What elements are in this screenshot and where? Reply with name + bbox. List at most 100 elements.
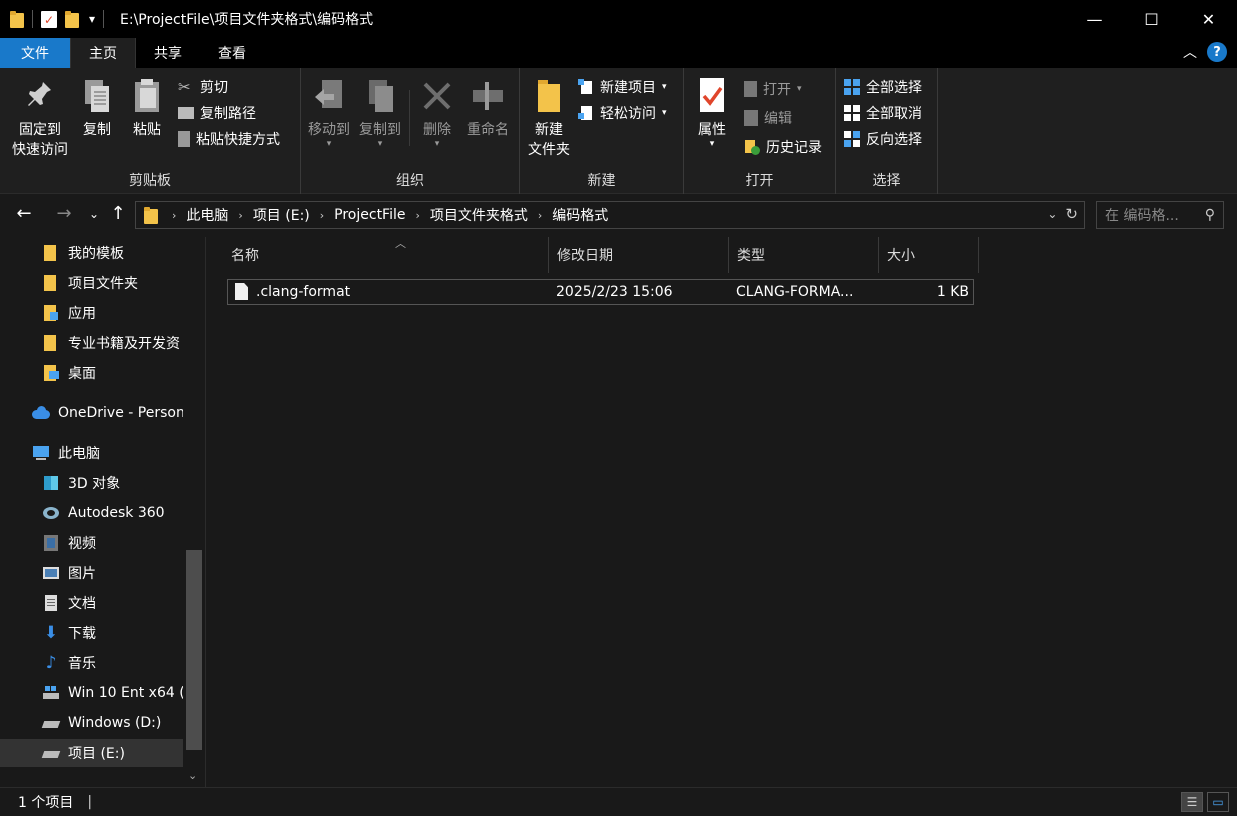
delete-label: 删除: [423, 122, 451, 138]
move-to-dropdown-icon: ▾: [326, 139, 332, 149]
properties-check-icon[interactable]: ✓: [41, 10, 57, 28]
address-dropdown-icon[interactable]: ⌄: [1047, 205, 1057, 223]
download-arrow-icon: ⬇: [43, 623, 59, 643]
breadcrumb-drive-e[interactable]: 项目 (E:): [253, 205, 310, 225]
sidebar-item-drive-d[interactable]: Windows (D:): [0, 709, 183, 737]
large-icons-view-icon[interactable]: ▭: [1207, 792, 1229, 812]
folder-icon: [42, 334, 60, 352]
copy-path-label: 复制路径: [200, 106, 256, 122]
copy-to-icon: [363, 76, 397, 116]
details-view-icon[interactable]: ☰: [1181, 792, 1203, 812]
sidebar-item-onedrive[interactable]: OneDrive - Person: [0, 399, 183, 427]
drive-icon: [41, 714, 61, 732]
sidebar-item-music[interactable]: ♪ 音乐: [0, 649, 183, 677]
edit-button[interactable]: 编辑: [744, 107, 792, 129]
sidebar-item-documents[interactable]: 文档: [0, 589, 183, 617]
breadcrumb-this-pc[interactable]: 此电脑: [186, 205, 228, 225]
new-folder-icon: [532, 76, 566, 116]
sidebar-item-label: 图片: [68, 566, 96, 582]
column-header-size[interactable]: 大小: [879, 237, 979, 273]
folder-icon: [42, 244, 60, 262]
select-all-button[interactable]: 全部选择: [844, 76, 922, 98]
history-button[interactable]: 历史记录: [744, 136, 822, 158]
tab-share[interactable]: 共享: [136, 38, 200, 68]
file-icon: [235, 283, 248, 300]
close-button[interactable]: ✕: [1180, 0, 1237, 38]
new-folder-label: 新建 文件夹: [528, 122, 570, 158]
select-none-button[interactable]: 全部取消: [844, 102, 922, 124]
properties-button[interactable]: 属性 ▾: [692, 76, 732, 149]
select-group-label: 选择: [872, 173, 901, 189]
copy-to-label: 复制到: [359, 122, 401, 138]
up-arrow-icon[interactable]: ↑: [106, 203, 130, 224]
paste-shortcut-icon: [178, 131, 190, 147]
sidebar-item-desktop[interactable]: 桌面: [0, 359, 183, 387]
tab-file[interactable]: 文件: [0, 38, 70, 68]
select-none-icon: [844, 105, 860, 121]
new-folder-button[interactable]: 新建 文件夹: [526, 76, 572, 160]
sidebar-item-videos[interactable]: 视频: [0, 529, 183, 557]
paste-shortcut-button[interactable]: 粘贴快捷方式: [178, 128, 280, 150]
sidebar-item-label: Autodesk 360: [68, 505, 165, 521]
column-header-type[interactable]: 类型: [729, 237, 879, 273]
copy-path-button[interactable]: 复制路径: [178, 102, 256, 124]
organize-group-label: 组织: [396, 173, 424, 189]
easy-access-icon: [578, 105, 594, 121]
sidebar-item-drive-e[interactable]: 项目 (E:): [0, 739, 183, 767]
maximize-button[interactable]: ☐: [1123, 0, 1180, 38]
column-size-label: 大小: [887, 248, 915, 264]
copy-button[interactable]: 复制: [78, 76, 116, 140]
open-button[interactable]: 打开 ▾: [744, 78, 802, 100]
rename-button[interactable]: 重命名: [463, 76, 513, 140]
ribbon: 固定到 快速访问 复制 粘贴 ✂ 剪切 复制路径 粘贴快捷方式 剪贴板 移动到 …: [0, 68, 1237, 194]
file-list: ︿ 名称 修改日期 类型 大小 .clang-format 2025/2/23 …: [207, 237, 1237, 787]
breadcrumb-projectfile[interactable]: ProjectFile: [334, 207, 405, 223]
column-header-name[interactable]: ︿ 名称: [223, 237, 549, 273]
move-to-button[interactable]: 移动到 ▾: [305, 76, 353, 149]
forward-arrow-icon[interactable]: →: [52, 203, 76, 224]
recent-locations-chevron-icon[interactable]: ⌄: [82, 207, 106, 221]
collapse-ribbon-icon[interactable]: ︿: [1183, 42, 1197, 62]
tab-view[interactable]: 查看: [200, 38, 264, 68]
qa-dropdown-icon[interactable]: ▾: [89, 12, 95, 26]
address-bar[interactable]: › 此电脑 › 项目 (E:) › ProjectFile › 项目文件夹格式 …: [135, 201, 1085, 229]
cut-button[interactable]: ✂ 剪切: [178, 76, 228, 98]
sidebar-item-apps[interactable]: 应用: [0, 299, 183, 327]
new-folder-icon[interactable]: [65, 10, 79, 28]
invert-selection-button[interactable]: 反向选择: [844, 128, 922, 150]
sidebar-item-autodesk[interactable]: Autodesk 360: [0, 499, 183, 527]
sidebar-item-pictures[interactable]: 图片: [0, 559, 183, 587]
search-box[interactable]: 在 编码格... ⚲: [1096, 201, 1224, 229]
sidebar-item-books[interactable]: 专业书籍及开发资: [0, 329, 183, 357]
scroll-down-icon[interactable]: ⌄: [188, 769, 197, 782]
sidebar-item-project-folder[interactable]: 项目文件夹: [0, 269, 183, 297]
pin-quick-access-button[interactable]: 固定到 快速访问: [8, 76, 72, 160]
sidebar-item-this-pc[interactable]: 此电脑: [0, 439, 183, 467]
help-icon[interactable]: ?: [1207, 42, 1227, 62]
breadcrumb-project-folder-format[interactable]: 项目文件夹格式: [430, 205, 528, 225]
search-icon[interactable]: ⚲: [1205, 207, 1215, 223]
easy-access-button[interactable]: 轻松访问 ▾: [578, 102, 667, 124]
new-item-dropdown-icon: ▾: [662, 82, 667, 92]
refresh-icon[interactable]: ↻: [1065, 205, 1078, 223]
group-select: 全部选择 全部取消 反向选择 选择: [836, 68, 938, 194]
column-header-modified[interactable]: 修改日期: [549, 237, 729, 273]
minimize-button[interactable]: —: [1066, 0, 1123, 38]
column-name-label: 名称: [231, 248, 259, 264]
properties-dropdown-icon: ▾: [709, 139, 715, 149]
sidebar-scroll-thumb[interactable]: [186, 550, 202, 750]
paste-button[interactable]: 粘贴: [128, 76, 166, 140]
breadcrumb-encoding-format[interactable]: 编码格式: [552, 205, 608, 225]
windows-drive-icon: [42, 684, 60, 702]
copy-to-button[interactable]: 复制到 ▾: [355, 76, 405, 149]
sidebar-item-3d-objects[interactable]: 3D 对象: [0, 469, 183, 497]
sidebar-item-downloads[interactable]: ⬇ 下载: [0, 619, 183, 647]
sidebar-item-my-templates[interactable]: 我的模板: [0, 239, 183, 267]
file-row[interactable]: .clang-format 2025/2/23 15:06 CLANG-FORM…: [227, 279, 974, 305]
tab-home[interactable]: 主页: [70, 38, 136, 68]
new-item-button[interactable]: 新建项目 ▾: [578, 76, 667, 98]
delete-button[interactable]: 删除 ▾: [417, 76, 457, 149]
pin-icon: [23, 76, 57, 116]
back-arrow-icon[interactable]: ←: [12, 203, 36, 224]
sidebar-item-drive-c[interactable]: Win 10 Ent x64 (: [0, 679, 183, 707]
